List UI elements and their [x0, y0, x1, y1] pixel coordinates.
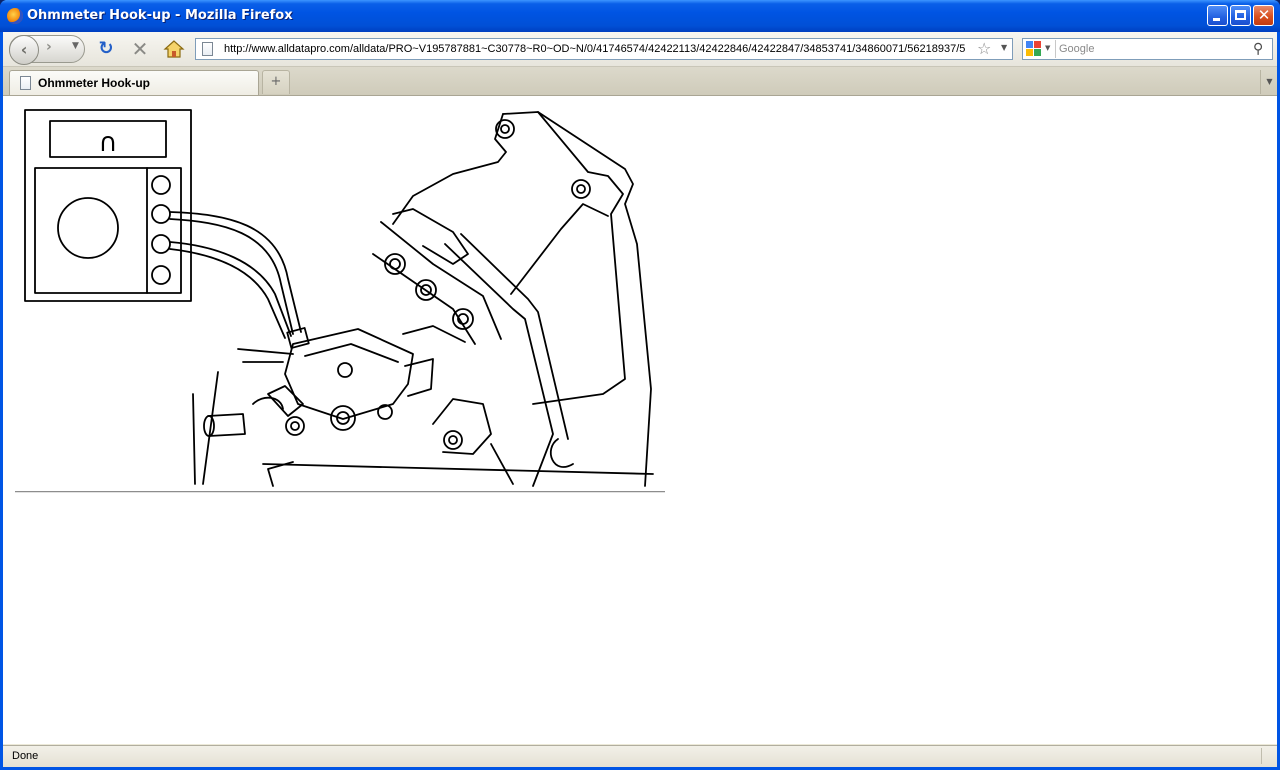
close-button[interactable]: ✕ — [1253, 5, 1274, 26]
page-icon — [20, 76, 31, 90]
status-text: Done — [12, 750, 39, 762]
minimize-icon — [1213, 18, 1220, 21]
tab-ohmmeter-hook-up[interactable]: Ohmmeter Hook-up — [9, 70, 259, 95]
tab-strip: Ohmmeter Hook-up + ▼ — [3, 67, 1277, 96]
new-tab-button[interactable]: + — [262, 70, 290, 94]
page-icon — [202, 42, 213, 56]
forward-button[interactable]: › — [46, 39, 52, 55]
back-button[interactable]: ‹ — [9, 35, 39, 65]
ohmmeter-hookup-diagram: ∩ — [24, 109, 654, 487]
firefox-icon — [7, 8, 23, 24]
back-forward-group: ‹ › ▼ — [9, 35, 85, 65]
reload-icon[interactable]: ↻ — [95, 38, 117, 60]
search-bar: ▼ ⚲ — [1022, 38, 1273, 60]
minimize-button[interactable] — [1207, 5, 1228, 26]
google-icon[interactable] — [1026, 41, 1042, 57]
star-icon[interactable]: ☆ — [977, 40, 991, 58]
page-content: ∩ — [3, 96, 1277, 744]
meter-display-symbol: ∩ — [98, 128, 117, 158]
window-title: Ohmmeter Hook-up - Mozilla Firefox — [27, 8, 293, 23]
stop-icon[interactable]: ✕ — [129, 38, 151, 60]
list-all-tabs-button[interactable]: ▼ — [1260, 70, 1278, 94]
home-icon[interactable] — [163, 38, 185, 60]
url-dropdown-icon[interactable]: ▼ — [1001, 43, 1007, 52]
magnifier-icon[interactable]: ⚲ — [1253, 40, 1263, 58]
close-icon: ✕ — [1257, 6, 1271, 24]
search-engine-dropdown-icon[interactable]: ▼ — [1045, 44, 1050, 52]
transmission-housing — [262, 111, 654, 487]
url-text[interactable]: http://www.alldatapro.com/alldata/PRO~V1… — [224, 39, 972, 59]
resize-grip[interactable] — [1261, 748, 1276, 764]
tab-label: Ohmmeter Hook-up — [38, 76, 151, 90]
neutral-safety-switch — [192, 325, 466, 485]
maximize-button[interactable] — [1230, 5, 1251, 26]
browser-window: Ohmmeter Hook-up - Mozilla Firefox ✕ ‹ ›… — [0, 0, 1280, 770]
search-input[interactable] — [1059, 40, 1249, 58]
search-separator — [1055, 40, 1056, 58]
horizontal-rule — [15, 491, 665, 493]
title-bar[interactable]: Ohmmeter Hook-up - Mozilla Firefox ✕ — [0, 0, 1280, 32]
status-bar: Done — [3, 745, 1277, 767]
url-bar[interactable]: http://www.alldatapro.com/alldata/PRO~V1… — [195, 38, 1013, 60]
navigation-toolbar: ‹ › ▼ ↻ ✕ http://www.alldatapro.com/alld… — [3, 32, 1277, 67]
history-dropdown-icon[interactable]: ▼ — [72, 41, 79, 51]
maximize-icon — [1235, 10, 1246, 20]
